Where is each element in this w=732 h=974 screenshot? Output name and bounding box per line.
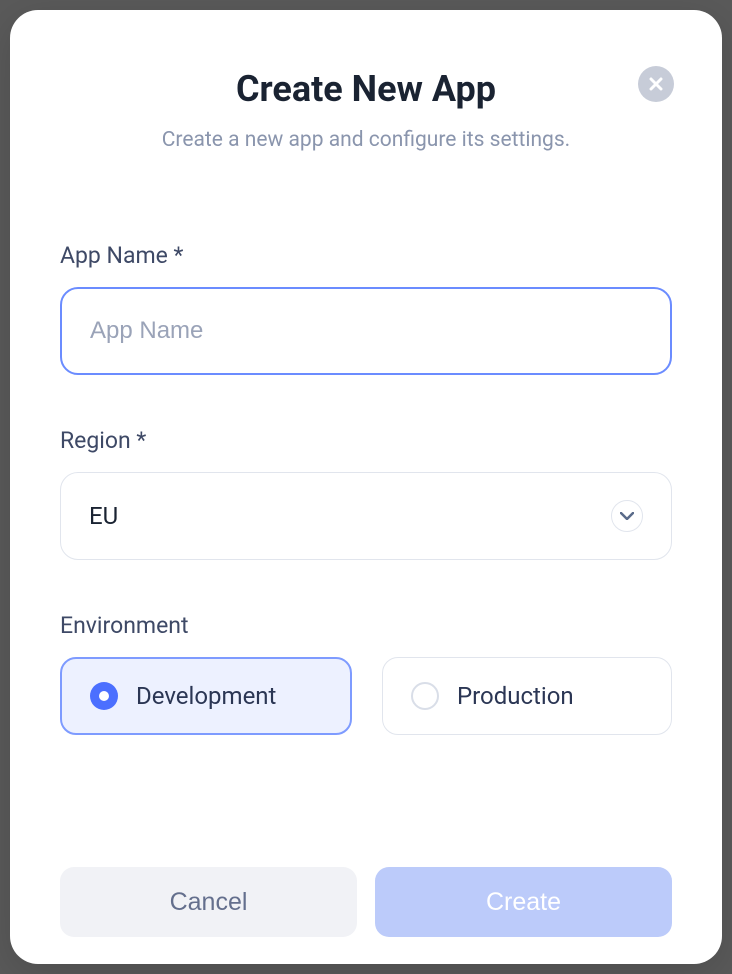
- app-name-group: App Name *: [60, 242, 672, 375]
- environment-option-production[interactable]: Production: [382, 657, 672, 735]
- radio-icon: [90, 682, 118, 710]
- radio-icon: [411, 682, 439, 710]
- create-app-modal: Create New App Create a new app and conf…: [10, 10, 722, 964]
- app-name-label: App Name *: [60, 242, 672, 269]
- region-select[interactable]: EU: [60, 472, 672, 560]
- close-icon: [649, 77, 663, 91]
- region-select-wrapper: EU: [60, 472, 672, 560]
- modal-title: Create New App: [60, 68, 672, 110]
- environment-option-development[interactable]: Development: [60, 657, 352, 735]
- chevron-wrap: [611, 500, 643, 532]
- radio-label-production: Production: [457, 682, 574, 710]
- close-button[interactable]: [638, 66, 674, 102]
- radio-label-development: Development: [136, 682, 276, 710]
- chevron-down-icon: [620, 512, 634, 520]
- region-selected-value: EU: [89, 502, 118, 530]
- create-button[interactable]: Create: [375, 867, 672, 937]
- button-row: Cancel Create: [60, 867, 672, 937]
- region-group: Region * EU: [60, 427, 672, 560]
- cancel-button[interactable]: Cancel: [60, 867, 357, 937]
- modal-subtitle: Create a new app and configure its setti…: [60, 128, 672, 152]
- environment-label: Environment: [60, 612, 672, 639]
- environment-group: Environment Development Production: [60, 612, 672, 735]
- environment-radio-row: Development Production: [60, 657, 672, 735]
- app-name-input[interactable]: [60, 287, 672, 375]
- modal-header: Create New App Create a new app and conf…: [60, 68, 672, 152]
- region-label: Region *: [60, 427, 672, 454]
